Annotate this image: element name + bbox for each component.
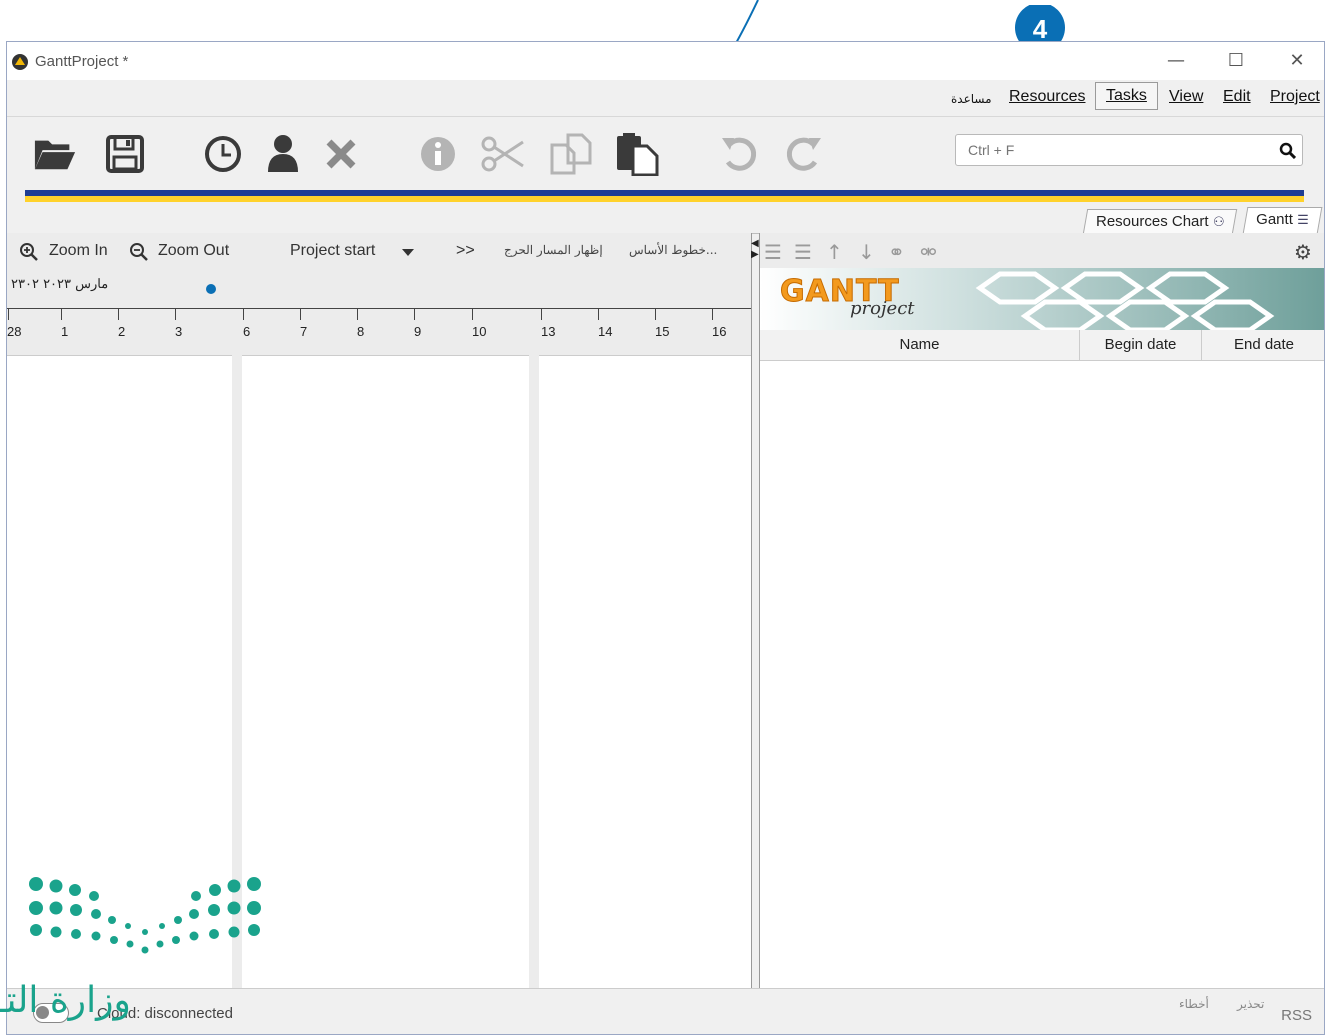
menu-tasks[interactable]: Tasks	[1095, 82, 1158, 110]
title-bar: GanttProject * — ☐ ✕	[7, 42, 1324, 80]
errors-indicator[interactable]: أخطاء	[1179, 997, 1209, 1011]
app-logo-icon	[12, 54, 28, 70]
maximize-button[interactable]: ☐	[1216, 50, 1256, 72]
undo-icon[interactable]	[718, 132, 762, 176]
day-tick	[8, 308, 9, 320]
zoom-out-button[interactable]: Zoom Out	[158, 242, 229, 260]
zoom-out-icon[interactable]	[129, 242, 149, 262]
unlink-icon[interactable]: ⚮	[920, 240, 937, 264]
minimize-button[interactable]: —	[1156, 50, 1196, 72]
day-label: 13	[541, 324, 556, 339]
day-tick	[414, 308, 415, 320]
critical-path-button[interactable]: إظهار المسار الحرج	[504, 243, 603, 257]
project-start-button[interactable]: Project start	[290, 242, 375, 260]
day-tick	[118, 308, 119, 320]
day-tick	[712, 308, 713, 320]
link-icon[interactable]: ⚭	[888, 240, 905, 264]
day-tick	[61, 308, 62, 320]
menu-bar: مساعدة Resources Tasks View Edit Project	[7, 80, 1324, 117]
menu-edit[interactable]: Edit	[1223, 88, 1251, 106]
task-table-panel: ☰ ☰ ↑ ↓ ⚭ ⚮ ⚙ GANTT project Name Begin d…	[759, 233, 1324, 988]
zoom-in-button[interactable]: Zoom In	[49, 242, 108, 260]
gantt-logo-subtext: project	[850, 298, 915, 319]
day-label: 9	[414, 324, 422, 339]
menu-help[interactable]: مساعدة	[951, 92, 992, 106]
tab-gantt[interactable]: Gantt ☰	[1242, 207, 1322, 234]
month-label: مارس ٢٠٢٣ ٢٣٠٢	[11, 277, 109, 292]
panel-splitter[interactable]: ◀ ▶	[751, 238, 759, 260]
day-tick	[175, 308, 176, 320]
day-tick	[598, 308, 599, 320]
search-input[interactable]	[966, 141, 1270, 159]
column-header-begin-date[interactable]: Begin date	[1080, 330, 1202, 360]
person-icon[interactable]	[261, 132, 305, 176]
day-label: 1	[61, 324, 69, 339]
zoom-in-icon[interactable]	[19, 242, 39, 262]
baselines-button[interactable]: خطوط الأساس...	[629, 243, 717, 257]
close-button[interactable]: ✕	[1277, 50, 1317, 72]
ganttproject-banner: GANTT project	[760, 268, 1324, 330]
day-label: 8	[357, 324, 365, 339]
day-label: 3	[175, 324, 183, 339]
weekend-column	[529, 355, 539, 988]
day-tick	[541, 308, 542, 320]
delete-icon[interactable]	[319, 132, 363, 176]
day-label: 2	[118, 324, 126, 339]
tab-resources-chart[interactable]: Resources Chart ⚇	[1082, 209, 1238, 234]
search-box	[955, 134, 1303, 166]
day-label: 16	[712, 324, 727, 339]
brand-stripe-yellow	[25, 196, 1304, 202]
day-label: 28	[7, 324, 22, 339]
open-folder-icon[interactable]	[33, 132, 77, 176]
ministry-wordmark: وزارة التـ	[0, 980, 131, 1021]
day-tick	[300, 308, 301, 320]
day-label: 14	[598, 324, 613, 339]
day-tick	[243, 308, 244, 320]
chevron-down-icon[interactable]	[402, 249, 414, 256]
cut-icon[interactable]	[481, 132, 525, 176]
tab-resources-chart-label: Resources Chart	[1096, 213, 1209, 230]
search-icon[interactable]	[1279, 142, 1296, 159]
menu-resources[interactable]: Resources	[1009, 88, 1085, 106]
day-label: 6	[243, 324, 251, 339]
warnings-indicator[interactable]: تحذير	[1237, 997, 1264, 1011]
outdent-icon[interactable]: ☰	[764, 240, 782, 264]
menu-project[interactable]: Project	[1270, 88, 1320, 106]
save-icon[interactable]	[103, 132, 147, 176]
task-toolbar: ☰ ☰ ↑ ↓ ⚭ ⚮ ⚙	[760, 233, 1324, 269]
clock-icon[interactable]	[201, 132, 245, 176]
timeline-header: مارس ٢٠٢٣ ٢٣٠٢ 28 1 2 3 6 7 8 9 10 13 14 15 16	[7, 269, 751, 356]
copy-icon[interactable]	[549, 132, 593, 176]
more-button[interactable]: >>	[456, 242, 475, 260]
resources-chart-icon: ⚇	[1212, 214, 1225, 229]
gear-icon[interactable]: ⚙	[1294, 240, 1312, 264]
chart-toolbar: Zoom In Zoom Out Project start >> إظهار …	[7, 233, 751, 269]
day-label: 15	[655, 324, 670, 339]
callout-dot	[206, 284, 216, 294]
day-tick	[357, 308, 358, 320]
hexagon-pattern	[975, 271, 1275, 330]
task-table-header: Name Begin date End date	[760, 330, 1324, 361]
rss-link[interactable]: RSS	[1281, 1007, 1312, 1024]
info-icon[interactable]	[416, 132, 460, 176]
indent-icon[interactable]: ☰	[794, 240, 812, 264]
window-title: GanttProject *	[35, 53, 129, 70]
redo-icon[interactable]	[781, 132, 825, 176]
column-header-name[interactable]: Name	[760, 330, 1080, 360]
arrow-down-icon[interactable]: ↓	[858, 240, 875, 264]
gantt-tab-icon: ☰	[1297, 212, 1309, 227]
column-header-end-date[interactable]: End date	[1202, 330, 1324, 360]
day-tick	[472, 308, 473, 320]
day-label: 10	[472, 324, 487, 339]
menu-view[interactable]: View	[1169, 88, 1203, 106]
arrow-up-icon[interactable]: ↑	[826, 240, 843, 264]
day-tick	[655, 308, 656, 320]
day-label: 7	[300, 324, 308, 339]
tab-gantt-label: Gantt	[1256, 211, 1293, 228]
paste-icon[interactable]	[615, 132, 659, 176]
view-tabs: Resources Chart ⚇ Gantt ☰	[7, 205, 1324, 234]
